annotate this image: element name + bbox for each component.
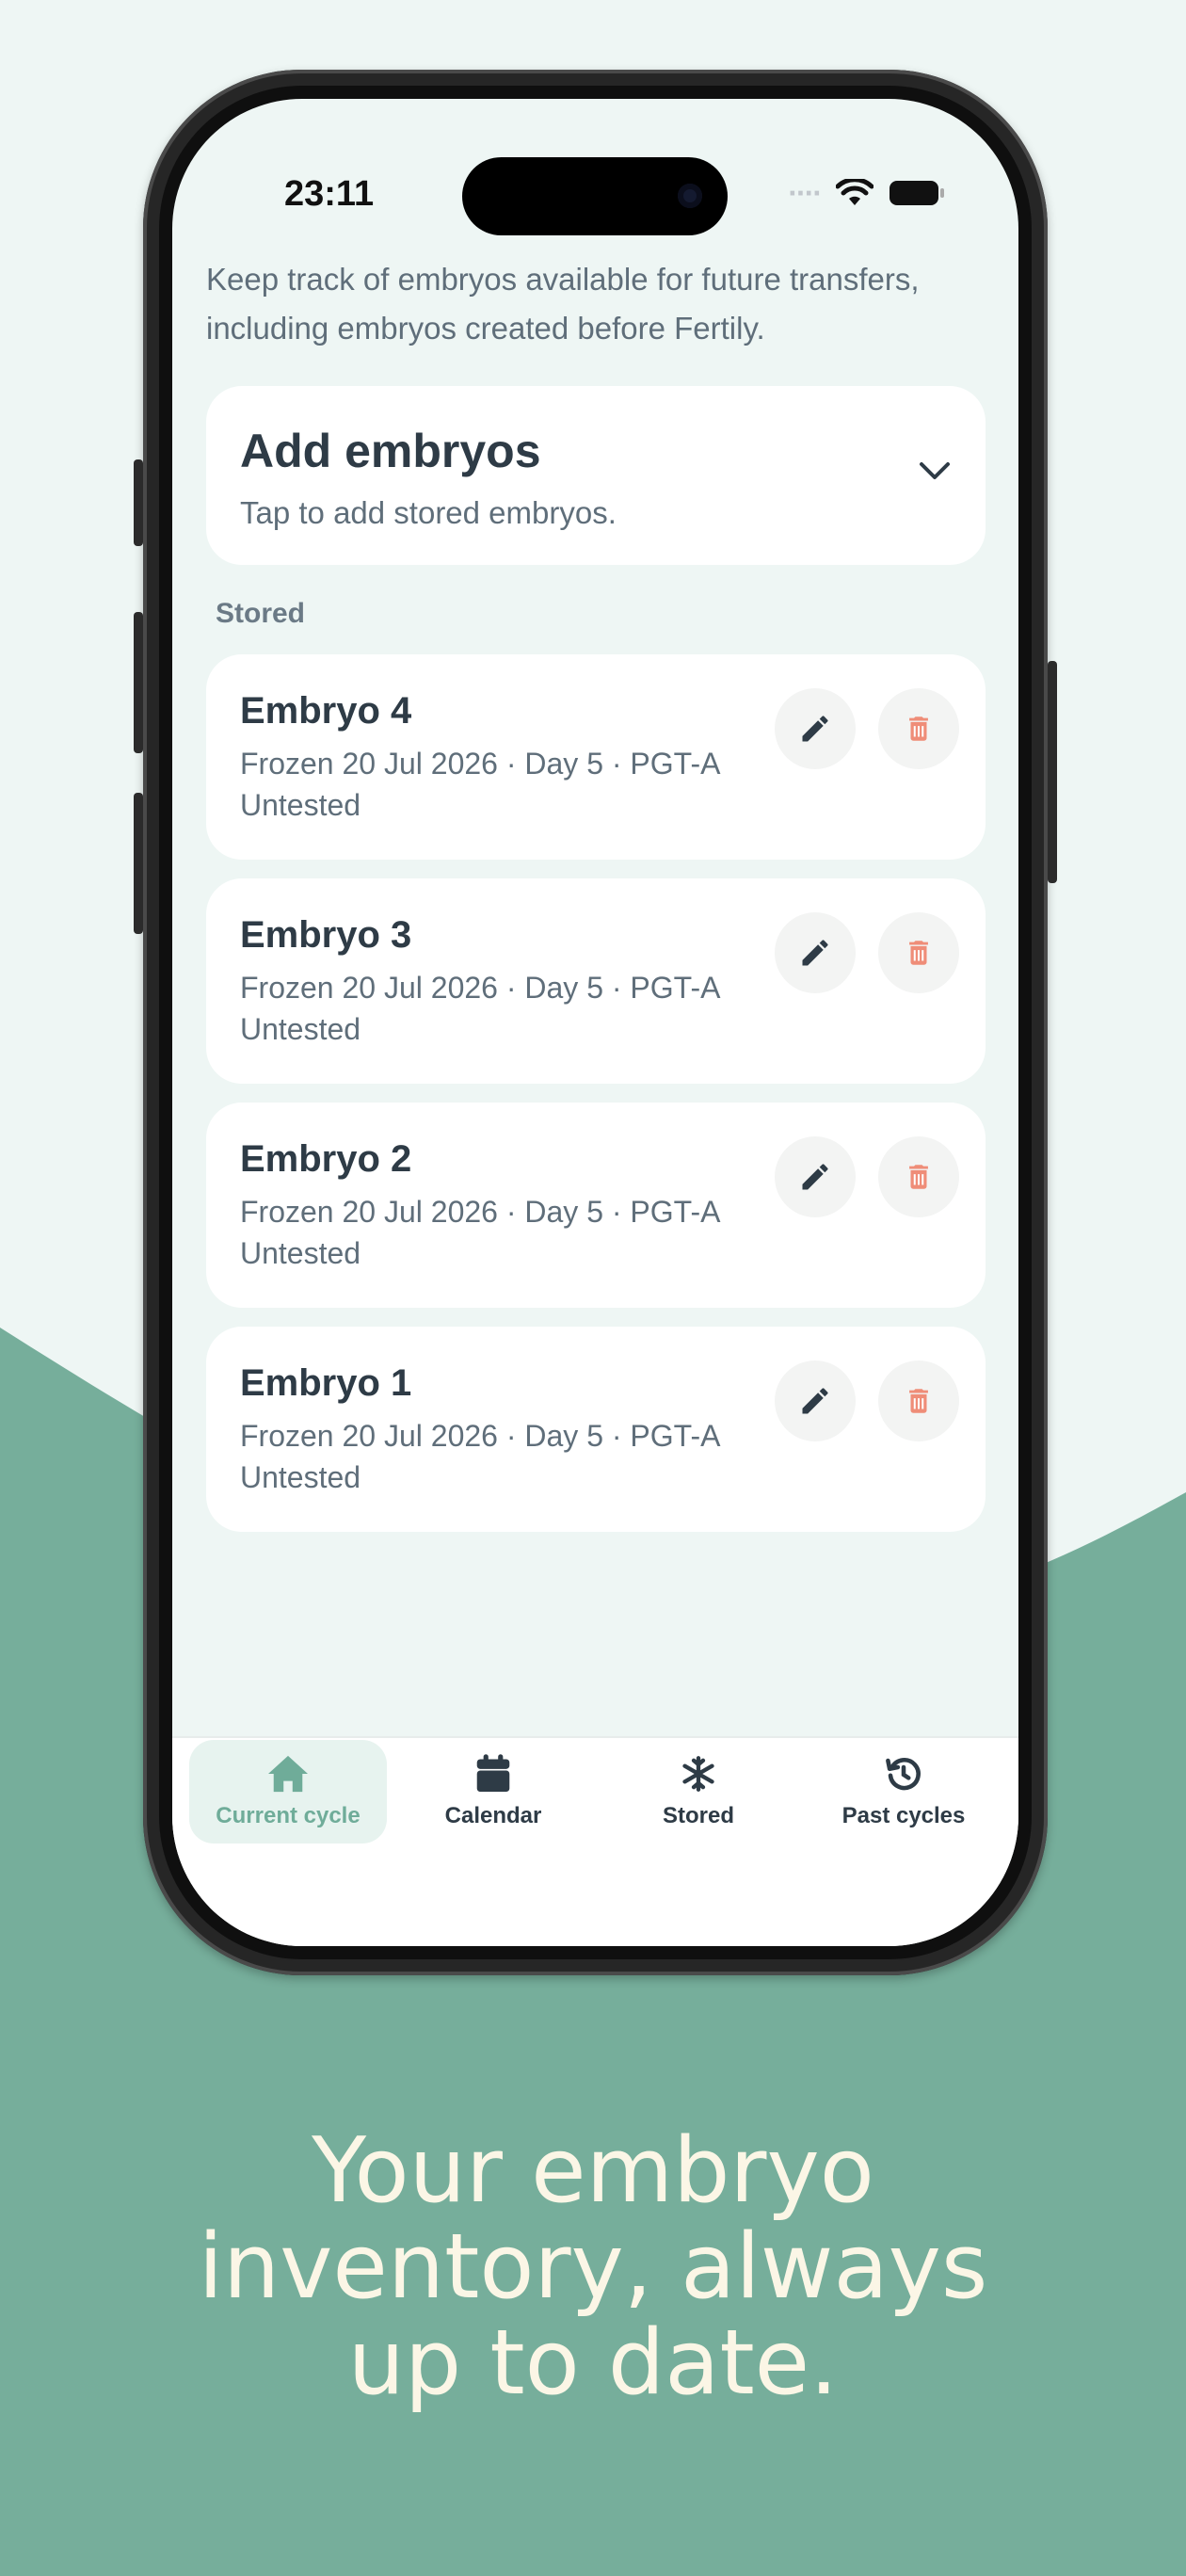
edit-button[interactable] bbox=[775, 688, 856, 769]
embryo-details: Frozen 20 Jul 2026 · Day 5 · PGT-A bbox=[240, 971, 721, 1005]
embryo-status: Untested bbox=[240, 788, 361, 822]
tab-label: Current cycle bbox=[216, 1803, 361, 1828]
embryo-name: Embryo 2 bbox=[240, 1138, 412, 1180]
snowflake-icon bbox=[682, 1756, 714, 1792]
tab-calendar[interactable]: Calendar bbox=[394, 1740, 592, 1843]
embryo-card[interactable]: Embryo 4 Frozen 20 Jul 2026 · Day 5 · PG… bbox=[206, 654, 986, 860]
embryo-status: Untested bbox=[240, 1012, 361, 1046]
pencil-icon bbox=[802, 716, 828, 742]
volume-down-button bbox=[134, 793, 143, 934]
intro-text: Keep track of embryos available for futu… bbox=[206, 262, 920, 346]
edit-button[interactable] bbox=[775, 1136, 856, 1217]
delete-button[interactable] bbox=[878, 912, 959, 993]
pencil-icon bbox=[802, 1164, 828, 1190]
trash-icon bbox=[909, 1165, 928, 1189]
tab-past-cycles[interactable]: Past cycles bbox=[805, 1740, 1002, 1843]
tagline-line: up to date. bbox=[347, 2311, 839, 2415]
add-embryos-subtitle: Tap to add stored embryos. bbox=[240, 495, 617, 530]
embryo-details: Frozen 20 Jul 2026 · Day 5 · PGT-A bbox=[240, 1419, 721, 1453]
pencil-icon bbox=[802, 1388, 828, 1414]
tagline: Your embryo inventory, always up to date… bbox=[0, 2123, 1186, 2411]
tab-label: Past cycles bbox=[841, 1803, 966, 1828]
section-label-stored: Stored bbox=[216, 598, 306, 629]
embryo-name: Embryo 4 bbox=[240, 690, 412, 732]
delete-button[interactable] bbox=[878, 1136, 959, 1217]
cellular-icon: ···· bbox=[788, 176, 823, 210]
history-icon bbox=[886, 1758, 921, 1791]
tab-current-cycle[interactable]: Current cycle bbox=[189, 1740, 387, 1843]
tab-bar: Current cycle Calendar Stored Past cycle… bbox=[172, 1736, 1018, 1946]
add-embryos-card[interactable]: Add embryos Tap to add stored embryos. bbox=[206, 386, 986, 565]
volume-up-button bbox=[134, 612, 143, 753]
status-icons: ···· bbox=[788, 178, 945, 208]
phone-frame: 23:11 ···· Keep track of embryos availab… bbox=[134, 70, 1057, 1975]
calendar-icon bbox=[476, 1754, 510, 1792]
embryo-details: Frozen 20 Jul 2026 · Day 5 · PGT-A bbox=[240, 747, 721, 781]
battery-icon bbox=[890, 181, 944, 205]
home-icon bbox=[268, 1755, 308, 1793]
embryo-status: Untested bbox=[240, 1460, 361, 1494]
trash-icon bbox=[909, 716, 928, 741]
embryo-card[interactable]: Embryo 1 Frozen 20 Jul 2026 · Day 5 · PG… bbox=[206, 1327, 986, 1532]
action-button bbox=[134, 459, 143, 546]
pencil-icon bbox=[802, 940, 828, 966]
tab-label: Calendar bbox=[444, 1803, 542, 1828]
wifi-icon bbox=[836, 179, 873, 205]
embryo-details: Frozen 20 Jul 2026 · Day 5 · PGT-A bbox=[240, 1195, 721, 1229]
dynamic-island bbox=[462, 157, 728, 235]
embryo-name: Embryo 1 bbox=[240, 1362, 412, 1404]
embryo-card[interactable]: Embryo 3 Frozen 20 Jul 2026 · Day 5 · PG… bbox=[206, 878, 986, 1084]
add-embryos-title: Add embryos bbox=[240, 425, 541, 477]
edit-button[interactable] bbox=[775, 912, 856, 993]
power-button bbox=[1048, 661, 1057, 883]
chevron-down-icon[interactable] bbox=[916, 459, 954, 482]
embryo-name: Embryo 3 bbox=[240, 914, 412, 956]
tab-label: Stored bbox=[662, 1803, 734, 1828]
status-time: 23:11 bbox=[284, 174, 375, 214]
embryo-status: Untested bbox=[240, 1236, 361, 1270]
delete-button[interactable] bbox=[878, 1360, 959, 1441]
edit-button[interactable] bbox=[775, 1360, 856, 1441]
camera-icon bbox=[678, 184, 702, 208]
embryo-card[interactable]: Embryo 2 Frozen 20 Jul 2026 · Day 5 · PG… bbox=[206, 1103, 986, 1308]
trash-icon bbox=[909, 1389, 928, 1413]
delete-button[interactable] bbox=[878, 688, 959, 769]
tab-stored[interactable]: Stored bbox=[600, 1740, 797, 1843]
tagline-line: Your embryo bbox=[312, 2119, 874, 2223]
trash-icon bbox=[909, 941, 928, 965]
app-screen: 23:11 ···· Keep track of embryos availab… bbox=[172, 99, 1018, 1946]
tagline-line: inventory, always bbox=[198, 2215, 988, 2319]
